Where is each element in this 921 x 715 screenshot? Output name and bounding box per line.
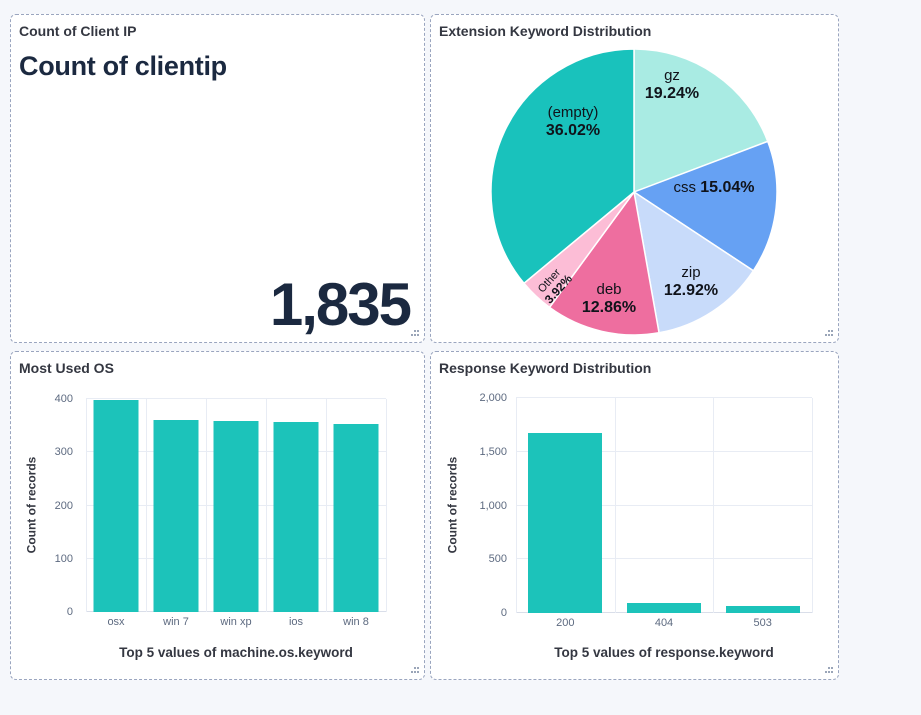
- gridline: [713, 398, 715, 613]
- panel-extension-keyword-distribution[interactable]: Extension Keyword Distribution gz 19.24% c…: [430, 14, 839, 343]
- gridline: [206, 399, 207, 612]
- y-tick-label: 0: [500, 607, 507, 619]
- y-tick-label: 500: [488, 553, 507, 566]
- gridline: [386, 399, 387, 612]
- y-tick-label: 1,500: [479, 445, 507, 458]
- x-tick-label: 404: [654, 617, 674, 629]
- pie-label-deb: deb 12.86%: [581, 281, 637, 316]
- x-axis-tick-labels: osx win 7 win xp ios win 8: [86, 616, 386, 630]
- response-bar-chart-plot: [516, 397, 813, 613]
- resize-dots-icon: [825, 667, 833, 673]
- x-tick-label: 503: [753, 617, 772, 629]
- os-bar-chart-plot: [86, 398, 387, 612]
- bar-404[interactable]: [627, 602, 701, 613]
- x-tick-label: win xp: [220, 616, 252, 628]
- gridline: [614, 398, 616, 613]
- dashboard-page: Count of Client IP Count of clientip 1,8…: [0, 0, 921, 715]
- x-tick-label: 200: [556, 617, 575, 629]
- y-tick-label: 200: [54, 499, 73, 512]
- pie-label-gz: gz 19.24%: [644, 67, 700, 102]
- panel-resize-handle-icon[interactable]: [823, 327, 834, 338]
- bar-200[interactable]: [528, 432, 603, 613]
- panel-most-used-os[interactable]: Most Used OS Count of records 0 100 200 300…: [10, 351, 425, 680]
- x-axis-title: Top 5 values of response.keyword: [554, 645, 774, 660]
- panel-title: Response Keyword Distribution: [439, 360, 652, 376]
- panel-count-of-client-ip[interactable]: Count of Client IP Count of clientip 1,8…: [10, 14, 425, 343]
- resize-dots-icon: [411, 667, 419, 673]
- pie-label-css: css 15.04%: [673, 179, 755, 196]
- resize-dots-icon: [825, 330, 833, 336]
- x-tick-label: ios: [288, 616, 304, 628]
- y-tick-label: 400: [54, 393, 73, 405]
- panel-response-keyword-distribution[interactable]: Response Keyword Distribution Count of r…: [430, 351, 839, 680]
- y-tick-label: 2,000: [479, 392, 507, 404]
- bar-ios[interactable]: [273, 421, 319, 612]
- x-tick-label: osx: [107, 616, 125, 628]
- gridline: [516, 398, 517, 613]
- pie-label-empty: (empty) 36.02%: [545, 104, 601, 139]
- gridline: [146, 399, 147, 612]
- resize-dots-icon: [411, 330, 419, 336]
- panel-resize-handle-icon[interactable]: [823, 664, 834, 675]
- x-tick-label: win 7: [163, 616, 189, 628]
- x-axis-tick-labels: 200 404 503: [516, 617, 812, 631]
- x-tick-label: win 8: [343, 616, 369, 628]
- metric-value: 1,835: [269, 271, 412, 338]
- bar-503[interactable]: [725, 606, 800, 613]
- y-tick-label: 0: [66, 606, 73, 618]
- y-tick-label: 100: [54, 552, 73, 565]
- bar-win-7[interactable]: [153, 419, 199, 612]
- pie-label-zip: zip 12.92%: [663, 264, 719, 299]
- panel-resize-handle-icon[interactable]: [409, 327, 420, 338]
- y-tick-label: 300: [54, 446, 73, 459]
- y-tick-label: 1,000: [479, 499, 507, 512]
- bar-win-xp[interactable]: [213, 420, 259, 612]
- x-axis-title: Top 5 values of machine.os.keyword: [119, 645, 353, 660]
- gridline: [86, 399, 87, 612]
- y-axis-tick-labels: 0 100 200 300 400: [11, 393, 73, 618]
- gridline: [266, 399, 267, 612]
- gridline: [326, 399, 327, 612]
- gridline: [516, 397, 812, 398]
- gridline: [812, 398, 813, 613]
- metric-label: Count of clientip: [19, 51, 227, 81]
- bar-osx[interactable]: [93, 399, 139, 612]
- bar-win-8[interactable]: [333, 423, 379, 612]
- panel-title: Count of Client IP: [19, 23, 137, 39]
- panel-resize-handle-icon[interactable]: [409, 664, 420, 675]
- y-axis-tick-labels: 0 500 1,000 1,500 2,000: [431, 392, 507, 619]
- panel-title: Extension Keyword Distribution: [439, 23, 652, 39]
- panel-title: Most Used OS: [19, 360, 114, 376]
